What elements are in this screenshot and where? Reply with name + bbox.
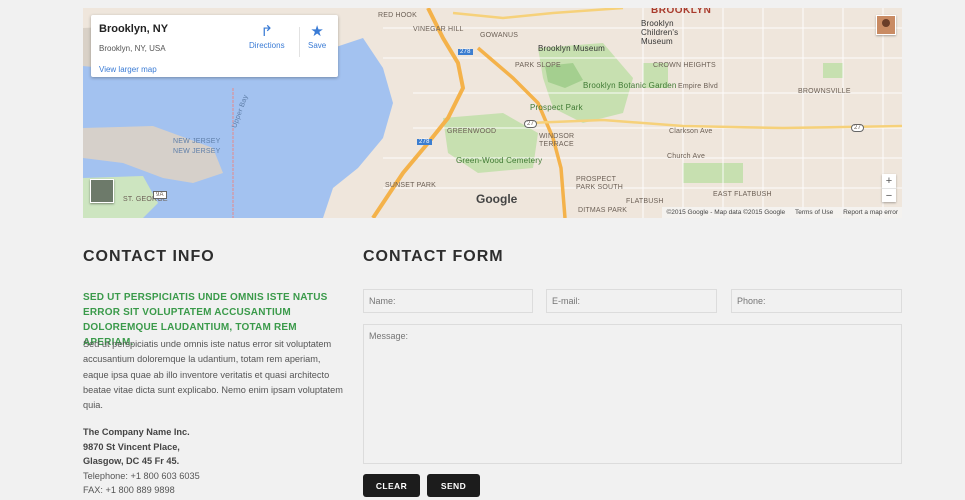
email-input[interactable]: [546, 289, 717, 313]
zoom-out-button[interactable]: −: [882, 189, 896, 203]
map-label-clarkson-ave: Clarkson Ave: [669, 128, 713, 135]
clear-button[interactable]: CLEAR: [363, 474, 420, 497]
send-button[interactable]: SEND: [427, 474, 480, 497]
map-footer: ©2015 Google - Map data ©2015 Google Ter…: [662, 207, 902, 218]
phone-input[interactable]: [731, 289, 902, 313]
route-278-shield: 278: [458, 49, 473, 55]
place-title: Brooklyn, NY: [99, 23, 169, 35]
place-address: Brooklyn, NY, USA: [99, 44, 166, 53]
save-label: Save: [308, 41, 327, 50]
star-icon: ★: [310, 23, 324, 40]
map-label-greenwood: GREENWOOD: [447, 128, 497, 135]
contact-info-heading: CONTACT INFO: [83, 248, 215, 265]
route-9a-shield: 9A: [153, 191, 167, 199]
report-map-error-link[interactable]: Report a map error: [843, 209, 898, 216]
map-label-childrens-museum: Brooklyn Children's Museum: [641, 19, 679, 46]
contact-info-body: Sed ut perspiciatis unde omnis iste natu…: [83, 339, 343, 411]
map-label-church-ave: Church Ave: [667, 153, 706, 160]
map-label-park-slope: PARK SLOPE: [515, 62, 561, 69]
view-larger-map-link[interactable]: View larger map: [99, 65, 157, 74]
street-view-thumbnail[interactable]: [90, 179, 114, 203]
map-label-new-jersey: NEW JERSEY: [173, 138, 221, 145]
zoom-control: + −: [882, 174, 896, 202]
fax: FAX: +1 800 889 9898: [83, 485, 175, 496]
map-label-brooklyn: BROOKLYN: [651, 8, 712, 16]
map-label-east-flatbush: EAST FLATBUSH: [713, 191, 772, 198]
message-textarea[interactable]: [363, 324, 902, 464]
map-label-botanic-garden: Brooklyn Botanic Garden: [583, 81, 677, 90]
company-address: The Company Name Inc. 9870 St Vincent Pl…: [83, 425, 348, 498]
map-label-crown-heights: CROWN HEIGHTS: [653, 62, 716, 69]
name-input[interactable]: [363, 289, 533, 313]
google-logo: Google: [476, 192, 518, 206]
map-label-new-jersey-2: NEW JERSEY: [173, 148, 221, 155]
map-label-prospect-park-south: PROSPECT PARK SOUTH: [576, 176, 623, 191]
map-label-red-hook: RED HOOK: [378, 12, 417, 19]
map-label-flatbush: FLATBUSH: [626, 198, 664, 205]
place-info-card: Brooklyn, NY Brooklyn, NY, USA View larg…: [91, 15, 338, 77]
address-line-2: Glasgow, DC 45 Fr 45.: [83, 456, 180, 467]
directions-label: Directions: [249, 41, 285, 50]
contact-form-heading: CONTACT FORM: [363, 248, 504, 265]
route-278-shield-2: 278: [417, 139, 432, 145]
map-label-empire-blvd: Empire Blvd: [678, 83, 718, 90]
map[interactable]: BROOKLYN RED HOOK GOWANUS Brooklyn Museu…: [83, 8, 902, 218]
map-label-brownsville: BROWNSVILLE: [798, 88, 851, 95]
route-27-shield-2: 27: [851, 124, 865, 132]
directions-icon: ↱: [260, 23, 274, 40]
save-place-button[interactable]: ★ Save: [308, 23, 326, 50]
zoom-in-button[interactable]: +: [882, 174, 896, 189]
terms-of-use-link[interactable]: Terms of Use: [795, 209, 833, 216]
user-avatar[interactable]: [876, 15, 896, 35]
map-copyright: ©2015 Google - Map data ©2015 Google: [666, 209, 786, 216]
map-label-greenwood-cemetery: Green-Wood Cemetery: [456, 156, 543, 165]
map-label-gowanus: GOWANUS: [480, 32, 519, 39]
map-label-ditmas-park: DITMAS PARK: [578, 207, 628, 214]
directions-button[interactable]: ↱ Directions: [249, 23, 285, 50]
company-name: The Company Name Inc.: [83, 427, 190, 437]
route-27-shield: 27: [524, 120, 538, 128]
info-divider: [299, 27, 300, 57]
map-label-prospect-park: Prospect Park: [530, 103, 583, 112]
address-line-1: 9870 St Vincent Place,: [83, 441, 180, 452]
map-label-sunset-park: SUNSET PARK: [385, 182, 436, 189]
map-label-vinegar-hill: VINEGAR HILL: [413, 26, 464, 33]
map-label-brooklyn-museum: Brooklyn Museum: [538, 44, 606, 53]
map-label-windsor-terrace: WINDSOR TERRACE: [539, 133, 575, 148]
telephone: Telephone: +1 800 603 6035: [83, 470, 200, 481]
